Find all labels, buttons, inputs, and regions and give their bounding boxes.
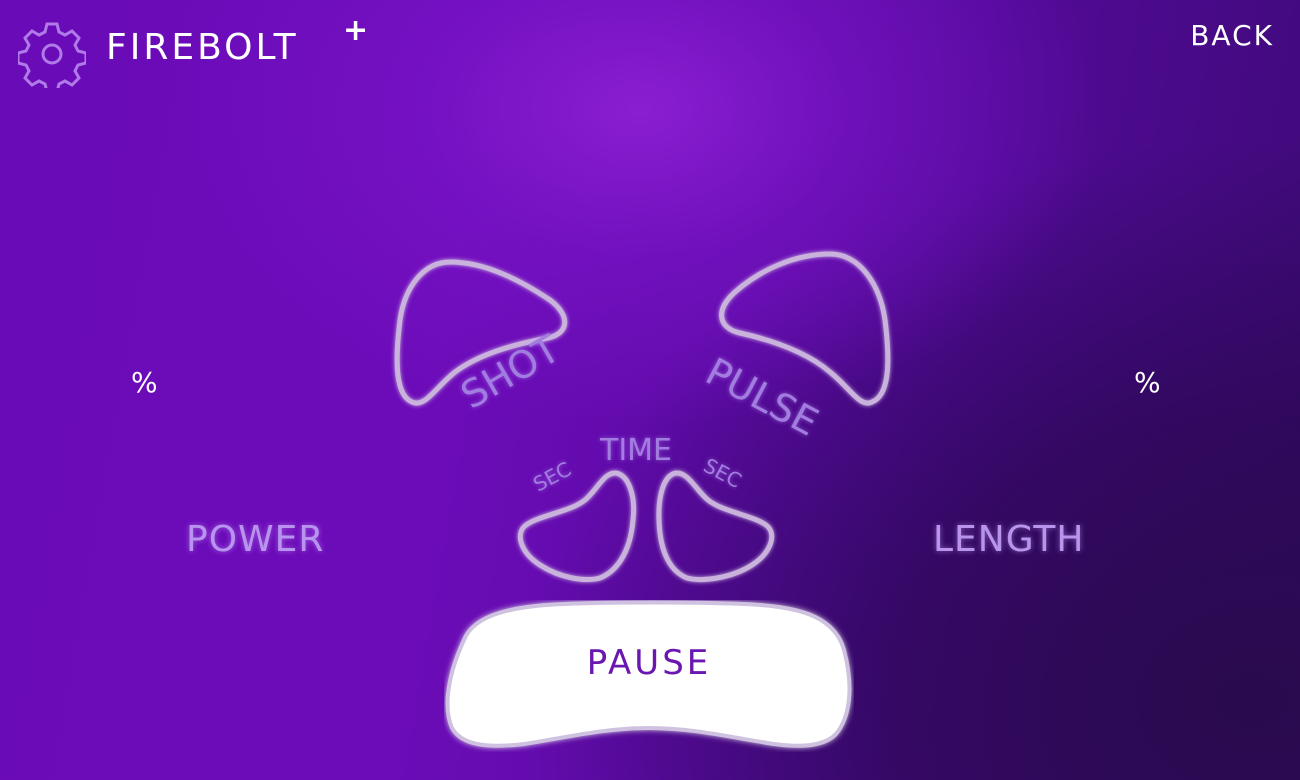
pause-label: PAUSE bbox=[586, 643, 712, 683]
pause-button[interactable]: PAUSE bbox=[444, 600, 854, 752]
time-increase-button[interactable] bbox=[656, 470, 775, 582]
time-label: TIME bbox=[600, 433, 673, 468]
